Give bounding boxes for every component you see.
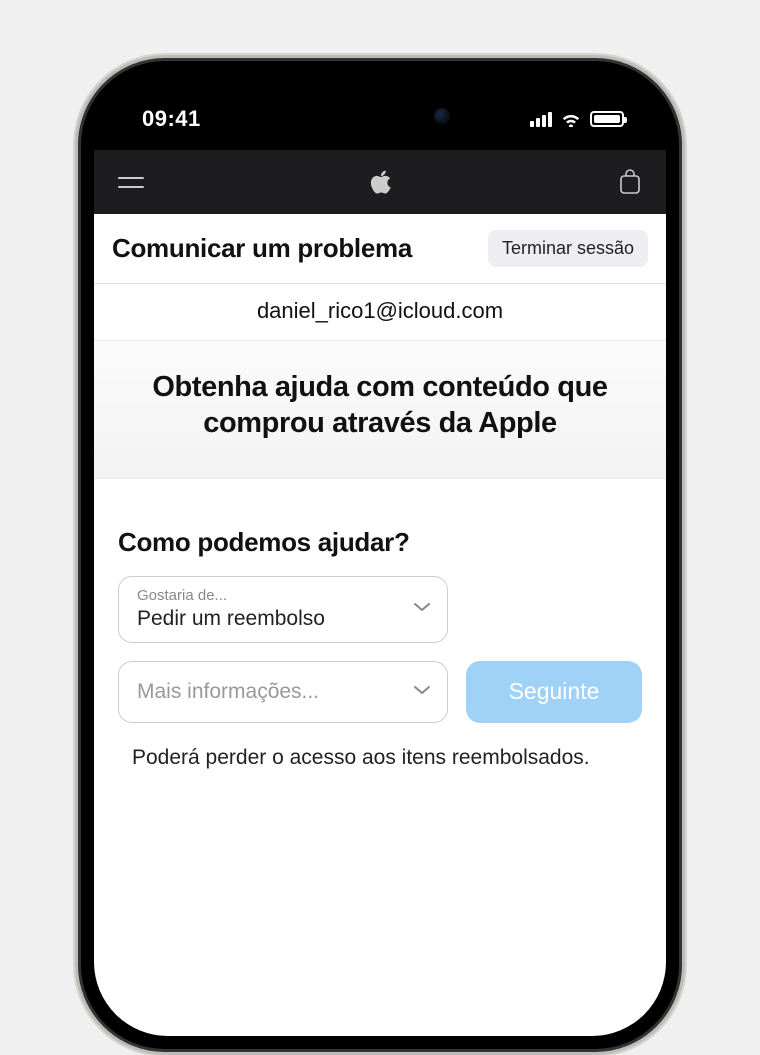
user-email: daniel_rico1@icloud.com xyxy=(94,284,666,341)
phone-side-button xyxy=(75,448,78,523)
select-placeholder: Mais informações... xyxy=(137,672,399,712)
nav-bar xyxy=(94,150,666,214)
signout-button[interactable]: Terminar sessão xyxy=(488,230,648,267)
next-button[interactable]: Seguinte xyxy=(466,661,642,723)
front-camera-icon xyxy=(434,108,450,124)
hero-section: Obtenha ajuda com conteúdo que comprou a… xyxy=(94,341,666,479)
dynamic-island xyxy=(296,94,464,138)
action-select[interactable]: Gostaria de... Pedir um reembolso xyxy=(118,576,448,643)
phone-frame: 09:41 xyxy=(75,55,685,1055)
shopping-bag-icon[interactable] xyxy=(618,168,642,196)
cellular-signal-icon xyxy=(530,111,552,127)
battery-icon xyxy=(590,111,624,127)
menu-icon[interactable] xyxy=(118,177,144,188)
phone-side-button xyxy=(75,288,78,328)
apple-logo-icon[interactable] xyxy=(369,168,393,196)
wifi-icon xyxy=(560,111,582,127)
disclaimer-text: Poderá perder o acesso aos itens reembol… xyxy=(118,743,642,772)
status-time: 09:41 xyxy=(142,106,201,132)
chevron-down-icon xyxy=(413,683,431,701)
select-value: Pedir um reembolso xyxy=(137,605,399,632)
reason-select[interactable]: Mais informações... xyxy=(118,661,448,723)
hero-headline: Obtenha ajuda com conteúdo que comprou a… xyxy=(122,369,638,442)
chevron-down-icon xyxy=(413,600,431,618)
select-label: Gostaria de... xyxy=(137,587,399,605)
page-content: Comunicar um problema Terminar sessão da… xyxy=(94,214,666,1036)
phone-side-button xyxy=(75,353,78,428)
phone-side-button xyxy=(682,368,685,488)
page-title: Comunicar um problema xyxy=(112,233,412,264)
form-heading: Como podemos ajudar? xyxy=(118,527,642,558)
